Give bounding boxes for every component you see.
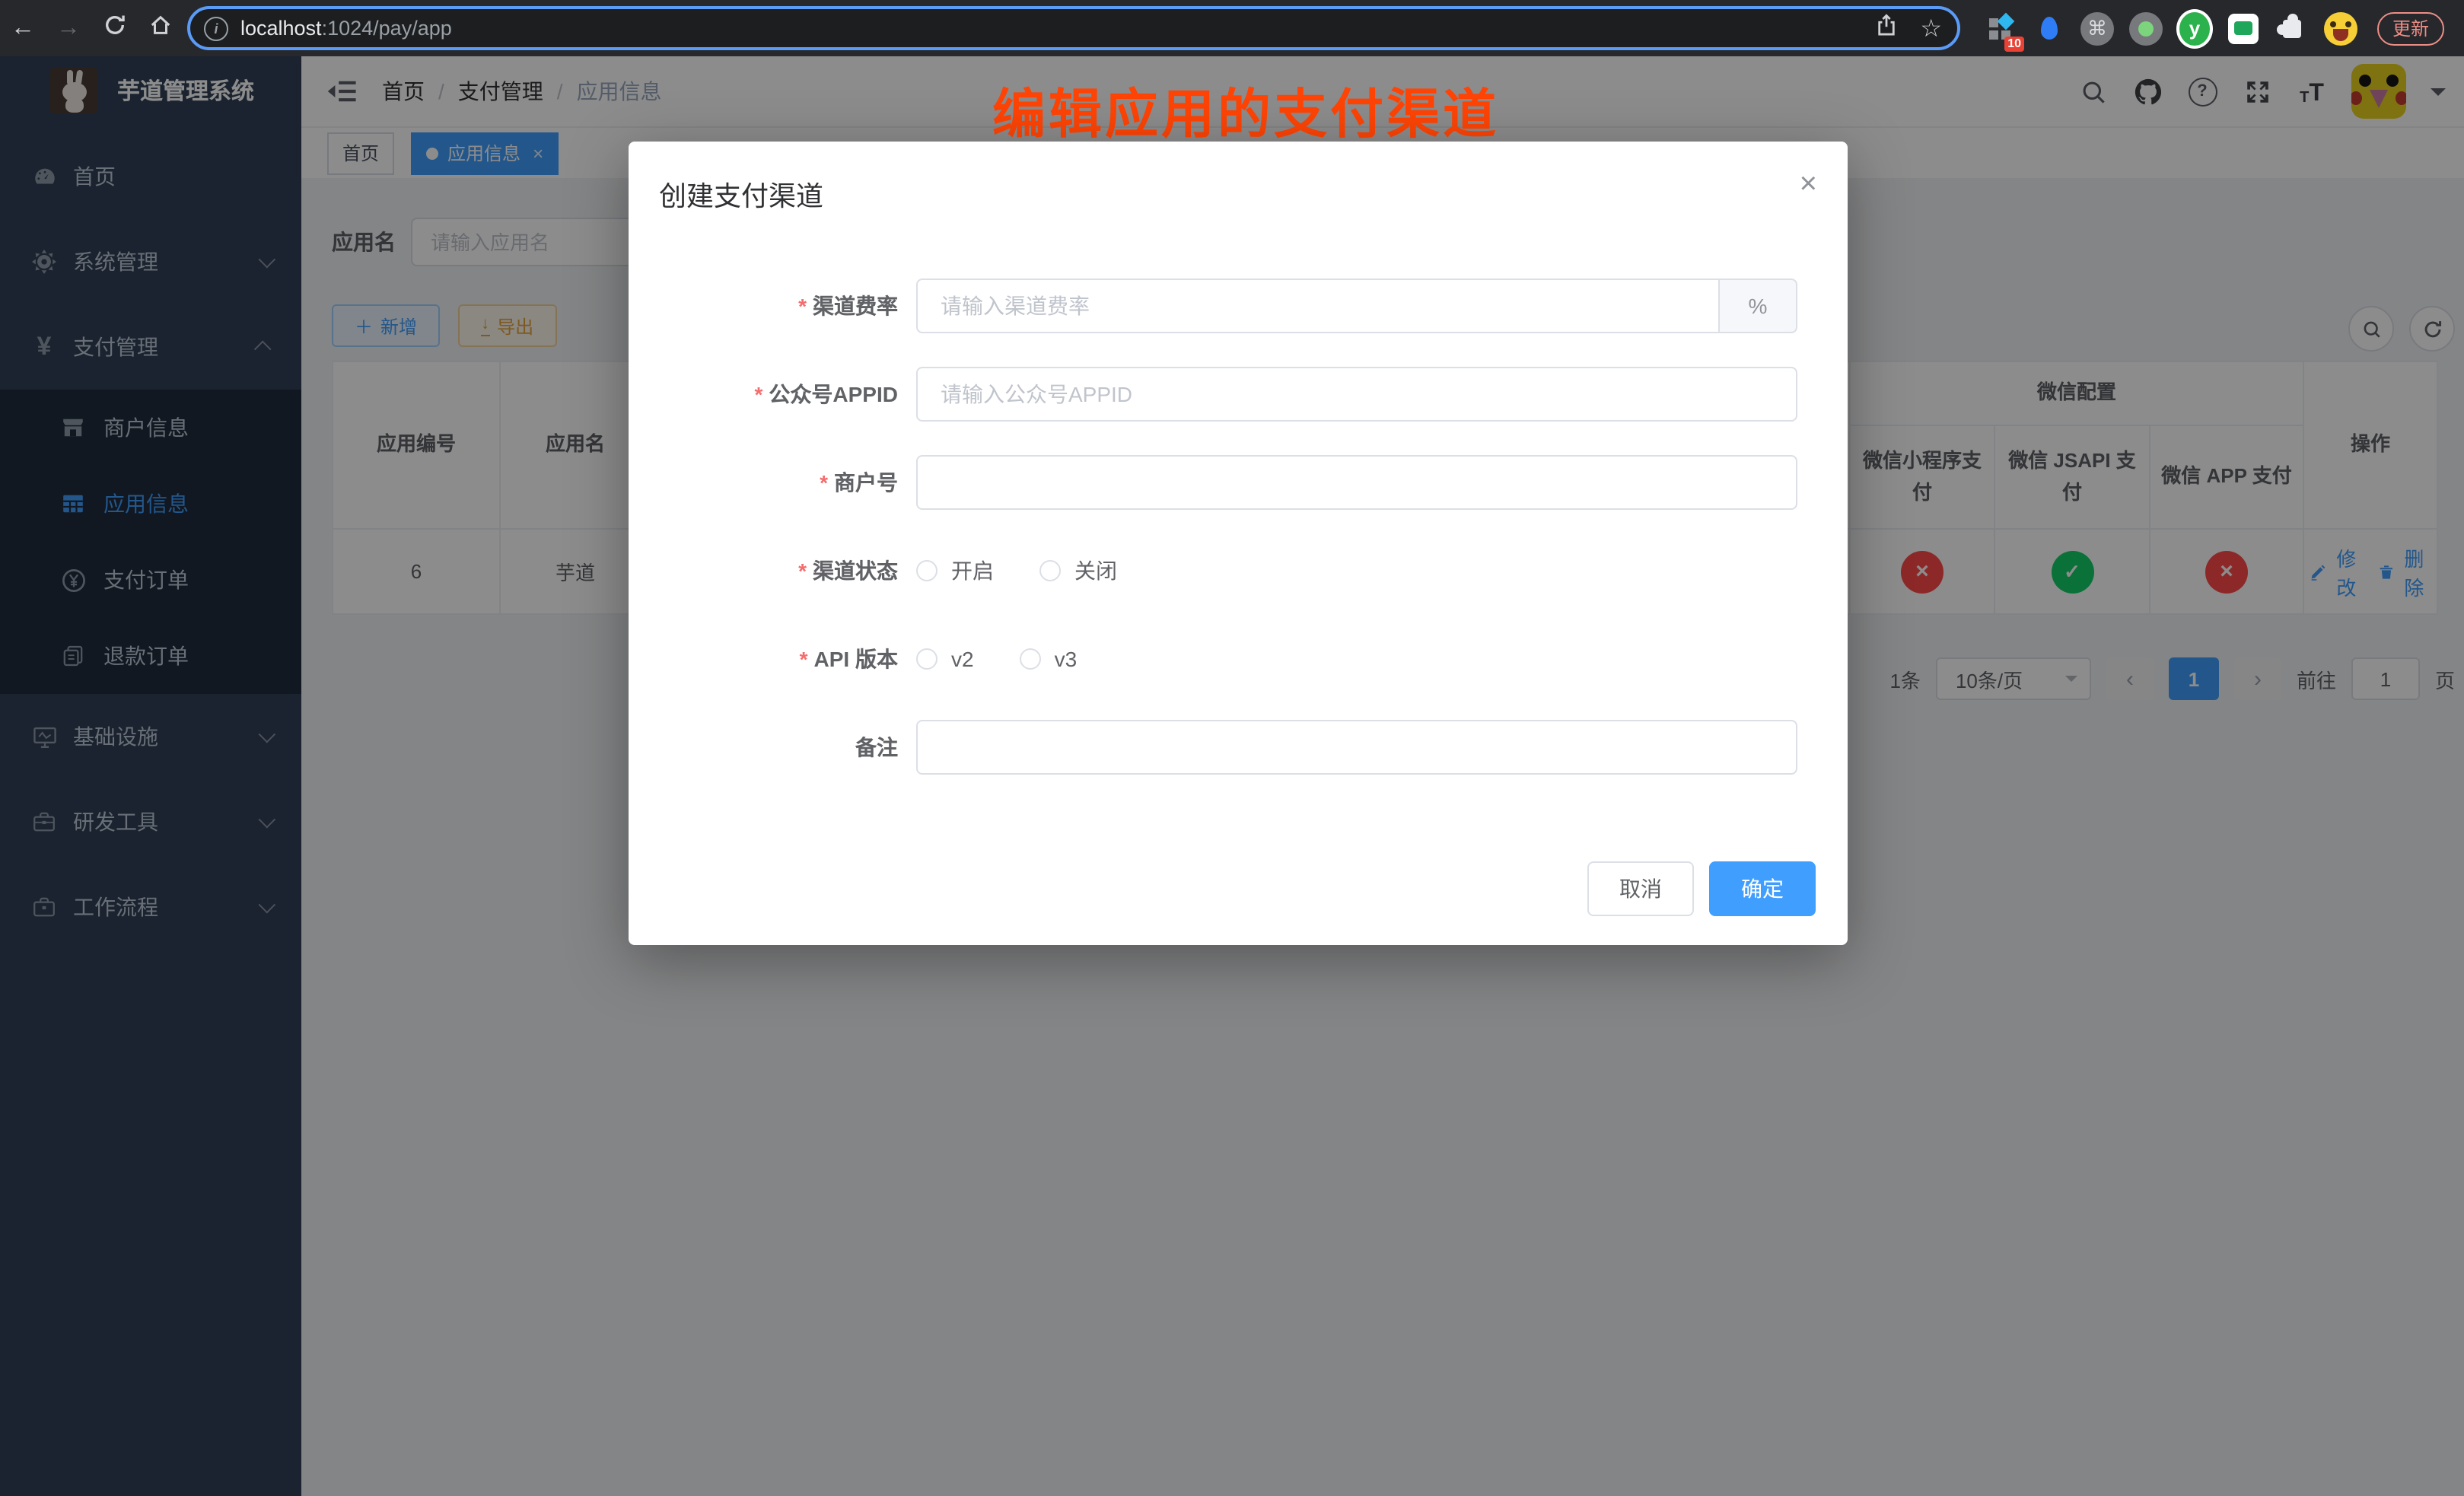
api-label: *API 版本 <box>629 644 916 674</box>
percent-append: % <box>1718 279 1797 333</box>
radio-circle-icon <box>916 648 938 670</box>
extension-chat-icon[interactable] <box>2225 8 2262 48</box>
browser-update-button[interactable]: 更新 <box>2377 11 2444 45</box>
extension-grid-icon[interactable]: 10 <box>1982 8 2018 48</box>
remark-label: 备注 <box>629 732 916 762</box>
form-row-remark: 备注 <box>629 720 1848 775</box>
extension-dot-icon[interactable] <box>2128 8 2164 48</box>
merchant-input[interactable] <box>916 455 1797 510</box>
dialog-header: 创建支付渠道 × <box>629 142 1848 215</box>
extension-command-icon[interactable]: ⌘ <box>2079 8 2115 48</box>
radio-circle-icon <box>916 560 938 581</box>
dialog-title: 创建支付渠道 <box>659 181 823 212</box>
bookmark-star-icon[interactable]: ☆ <box>1920 13 1942 43</box>
close-icon[interactable]: × <box>1800 169 1817 199</box>
browser-menu-icon[interactable]: ⋮ <box>2455 18 2464 39</box>
annotation-text: 编辑应用的支付渠道 <box>992 72 1499 149</box>
share-icon[interactable] <box>1876 13 1896 43</box>
cancel-button[interactable]: 取消 <box>1587 861 1694 916</box>
appid-input[interactable] <box>916 367 1797 422</box>
extensions-puzzle-icon[interactable] <box>2274 8 2310 48</box>
form-row-api: *API 版本 v2 v3 <box>629 632 1848 686</box>
screen: ← → i localhost:1024/pay/app ☆ <box>0 0 2464 1496</box>
browser-reload-icon[interactable] <box>91 13 137 43</box>
radio-status-on[interactable]: 开启 <box>916 555 994 586</box>
radio-status-off[interactable]: 关闭 <box>1039 555 1117 586</box>
create-pay-channel-dialog: 创建支付渠道 × *渠道费率 % *公众号APPID * <box>629 142 1848 945</box>
dialog-body: *渠道费率 % *公众号APPID *商户号 <box>629 215 1848 775</box>
form-row-merchant: *商户号 <box>629 455 1848 510</box>
extension-badge: 10 <box>2004 36 2024 51</box>
site-info-icon[interactable]: i <box>204 16 228 40</box>
browser-forward-icon[interactable]: → <box>46 14 91 42</box>
extension-y-icon[interactable]: y <box>2176 8 2213 48</box>
rate-label: *渠道费率 <box>629 291 916 321</box>
browser-back-icon[interactable]: ← <box>0 14 46 42</box>
form-row-rate: *渠道费率 % <box>629 279 1848 333</box>
address-bar[interactable]: i localhost:1024/pay/app ☆ <box>187 6 1960 50</box>
radio-api-v2[interactable]: v2 <box>916 647 974 671</box>
url-text[interactable]: localhost:1024/pay/app <box>240 17 452 40</box>
status-label: *渠道状态 <box>629 555 916 586</box>
browser-home-icon[interactable] <box>137 13 183 43</box>
rate-input[interactable] <box>916 279 1718 333</box>
remark-input[interactable] <box>916 720 1797 775</box>
dialog-footer: 取消 确定 <box>1587 861 1816 916</box>
confirm-button[interactable]: 确定 <box>1709 861 1816 916</box>
extensions-area: 10 ⌘ y <box>1975 8 2365 48</box>
form-row-status: *渠道状态 开启 关闭 <box>629 543 1848 598</box>
browser-toolbar: ← → i localhost:1024/pay/app ☆ <box>0 0 2464 56</box>
appid-label: *公众号APPID <box>629 379 916 409</box>
form-row-appid: *公众号APPID <box>629 367 1848 422</box>
merchant-label: *商户号 <box>629 467 916 498</box>
radio-circle-icon <box>1039 560 1061 581</box>
profile-emoji-avatar[interactable] <box>2322 8 2359 48</box>
extension-balloon-icon[interactable] <box>2030 8 2067 48</box>
radio-circle-icon <box>1020 648 1041 670</box>
radio-api-v3[interactable]: v3 <box>1020 647 1078 671</box>
